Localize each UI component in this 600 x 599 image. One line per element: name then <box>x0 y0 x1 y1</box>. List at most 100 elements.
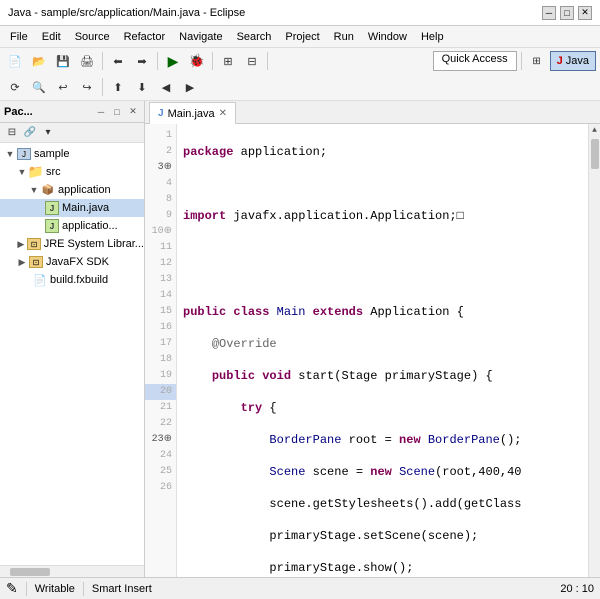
toolbar-btn-r2-1[interactable]: ⟳ <box>4 76 26 98</box>
list-item[interactable]: ▼ J sample <box>0 145 144 163</box>
editor-area: J Main.java ✕ 1 2 3⊕ 4 8 9 10⊕ 11 12 13 <box>145 101 600 577</box>
expand-arrow-icon: ▶ <box>16 257 28 268</box>
editor-tab-main[interactable]: J Main.java ✕ <box>149 102 236 124</box>
explorer-close-icon[interactable]: ✕ <box>126 105 140 119</box>
status-icon: ✎ <box>6 580 18 597</box>
code-content[interactable]: package application; import javafx.appli… <box>177 124 588 577</box>
vertical-scrollbar[interactable]: ▲ ▼ <box>588 124 600 577</box>
expand-arrow-icon: ▼ <box>4 149 16 159</box>
hscroll-thumb[interactable] <box>10 568 50 576</box>
list-item[interactable]: ▼ 📦 application <box>0 181 144 199</box>
list-item[interactable]: 📄 build.fxbuild <box>0 271 144 289</box>
toolbar-btn-r2-7[interactable]: ◀ <box>155 76 177 98</box>
menu-edit[interactable]: Edit <box>36 29 67 45</box>
lib-icon: ⊡ <box>28 254 44 270</box>
java-file-icon: J <box>44 218 60 234</box>
code-line-4 <box>183 240 582 256</box>
toolbar-btn-extra2[interactable]: ⊟ <box>241 50 263 72</box>
toolbar-btn-extra1[interactable]: ⊞ <box>217 50 239 72</box>
list-item[interactable]: ▶ ⊡ JavaFX SDK <box>0 253 144 271</box>
scroll-up-button[interactable]: ▲ <box>592 126 597 135</box>
menu-refactor[interactable]: Refactor <box>118 29 172 45</box>
print-button[interactable]: 🖨 <box>76 50 98 72</box>
toolbar-area: 📄 📂 💾 🖨 ⬅ ➡ ▶ 🐞 ⊞ ⊟ Quick Access ⊞ J Jav… <box>0 48 600 101</box>
explorer-header: Pac... ─ □ ✕ <box>0 101 144 123</box>
view-menu-button[interactable]: ▾ <box>40 125 56 141</box>
line-num-15: 15 <box>145 304 176 320</box>
link-editor-button[interactable]: 🔗 <box>22 125 38 141</box>
open-button[interactable]: 📂 <box>28 50 50 72</box>
next-edit-button[interactable]: ➡ <box>131 50 153 72</box>
tree-label: src <box>46 166 61 178</box>
debug-button[interactable]: 🐞 <box>186 50 208 72</box>
line-num-14: 14 <box>145 288 176 304</box>
folder-icon: 📁 <box>28 164 44 180</box>
menu-source[interactable]: Source <box>69 29 116 45</box>
code-line-16: primaryStage.setScene(scene); <box>183 528 582 544</box>
tb-sep5 <box>521 52 522 70</box>
explorer-maximize-icon[interactable]: □ <box>110 105 124 119</box>
menu-bar: File Edit Source Refactor Navigate Searc… <box>0 26 600 48</box>
java-perspective-button[interactable]: J Java <box>550 51 596 71</box>
explorer-title: Pac... <box>4 106 33 118</box>
status-sep-2 <box>83 582 84 596</box>
code-line-2 <box>183 176 582 192</box>
explorer-hscroll[interactable] <box>0 565 144 577</box>
menu-file[interactable]: File <box>4 29 34 45</box>
collapse-all-button[interactable]: ⊟ <box>4 125 20 141</box>
toolbar-btn-r2-4[interactable]: ↪ <box>76 76 98 98</box>
list-item[interactable]: ▼ 📁 src <box>0 163 144 181</box>
new-button[interactable]: 📄 <box>4 50 26 72</box>
line-num-11: 11 <box>145 240 176 256</box>
line-num-13: 13 <box>145 272 176 288</box>
tab-label: Main.java <box>168 108 215 120</box>
explorer-minimize-icon[interactable]: ─ <box>94 105 108 119</box>
toolbar-btn-r2-2[interactable]: 🔍 <box>28 76 50 98</box>
title-controls: ─ □ ✕ <box>542 6 592 20</box>
line-num-26: 26 <box>145 480 176 496</box>
maximize-button[interactable]: □ <box>560 6 574 20</box>
toolbar-btn-r2-5[interactable]: ⬆ <box>107 76 129 98</box>
open-perspective-button[interactable]: ⊞ <box>526 50 548 72</box>
line-num-19: 19 <box>145 368 176 384</box>
code-line-8 <box>183 272 582 288</box>
save-button[interactable]: 💾 <box>52 50 74 72</box>
explorer-controls: ─ □ ✕ <box>94 105 140 119</box>
code-area: 1 2 3⊕ 4 8 9 10⊕ 11 12 13 14 15 16 17 18… <box>145 124 600 577</box>
tab-close-icon[interactable]: ✕ <box>219 108 227 119</box>
package-icon: 📦 <box>40 182 56 198</box>
menu-search[interactable]: Search <box>231 29 278 45</box>
run-button[interactable]: ▶ <box>162 50 184 72</box>
list-item[interactable]: ▶ ⊡ JRE System Librar... <box>0 235 144 253</box>
menu-help[interactable]: Help <box>415 29 450 45</box>
toolbar-btn-r2-8[interactable]: ▶ <box>179 76 201 98</box>
menu-run[interactable]: Run <box>328 29 360 45</box>
expand-arrow-icon: ▼ <box>16 167 28 177</box>
toolbar-btn-r2-6[interactable]: ⬇ <box>131 76 153 98</box>
code-line-12: try { <box>183 400 582 416</box>
line-num-24: 24 <box>145 448 176 464</box>
menu-project[interactable]: Project <box>279 29 325 45</box>
code-line-17: primaryStage.show(); <box>183 560 582 576</box>
lib-icon: ⊡ <box>27 236 42 252</box>
toolbar-btn-r2-3[interactable]: ↩ <box>52 76 74 98</box>
status-writable: Writable <box>35 583 75 595</box>
scroll-thumb[interactable] <box>591 139 599 169</box>
menu-window[interactable]: Window <box>362 29 413 45</box>
quick-access-input[interactable]: Quick Access <box>433 51 517 71</box>
project-icon: J <box>16 146 32 162</box>
code-line-10: @Override <box>183 336 582 352</box>
close-button[interactable]: ✕ <box>578 6 592 20</box>
tree-area: ▼ J sample ▼ 📁 src ▼ 📦 application <box>0 143 144 565</box>
menu-navigate[interactable]: Navigate <box>173 29 228 45</box>
package-explorer: Pac... ─ □ ✕ ⊟ 🔗 ▾ ▼ J sample ▼ <box>0 101 145 577</box>
status-insert-mode: Smart Insert <box>92 583 152 595</box>
line-num-2: 2 <box>145 144 176 160</box>
code-line-11: public void start(Stage primaryStage) { <box>183 368 582 384</box>
list-item[interactable]: J applicatio... <box>0 217 144 235</box>
java-icon: J <box>557 55 563 67</box>
minimize-button[interactable]: ─ <box>542 6 556 20</box>
list-item[interactable]: J Main.java <box>0 199 144 217</box>
prev-edit-button[interactable]: ⬅ <box>107 50 129 72</box>
status-sep-1 <box>26 582 27 596</box>
